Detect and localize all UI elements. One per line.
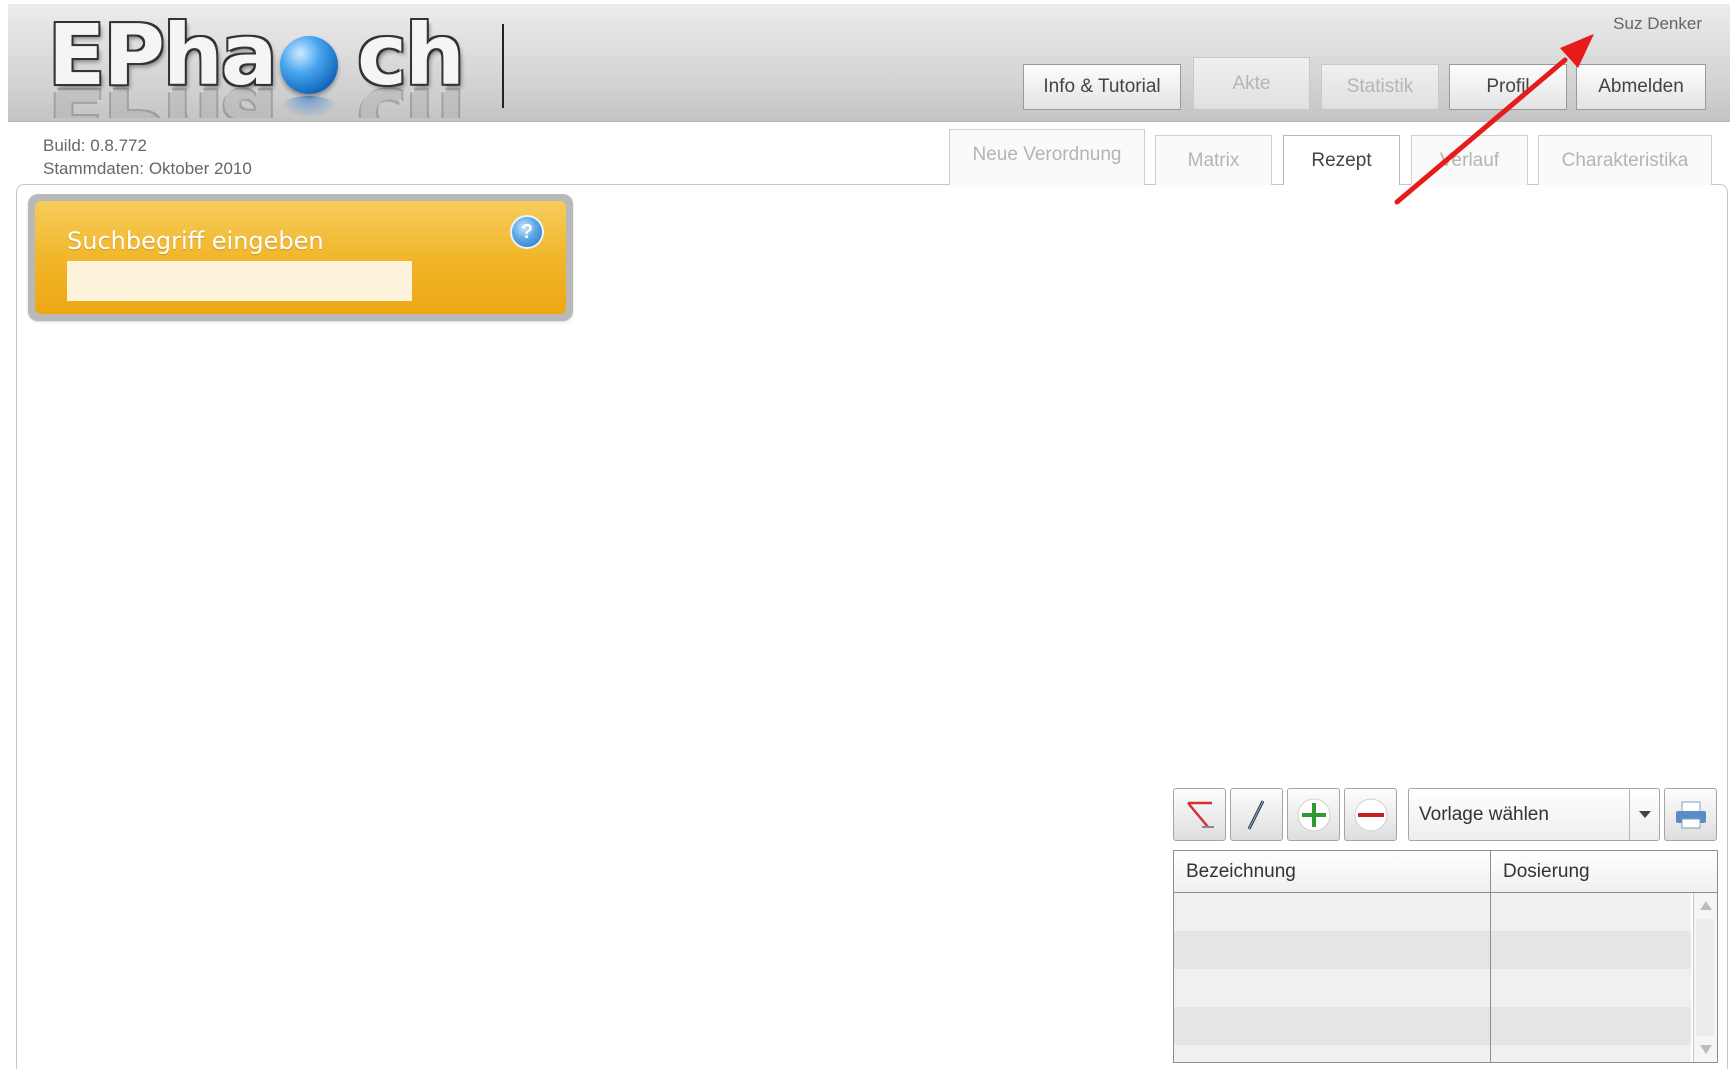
header-divider: [502, 24, 504, 108]
tab-matrix[interactable]: Matrix: [1155, 135, 1272, 185]
search-card: Suchbegriff eingeben ?: [28, 194, 573, 321]
table-row[interactable]: [1174, 893, 1691, 931]
edit-button[interactable]: [1230, 788, 1283, 841]
column-header-dosierung[interactable]: Dosierung: [1491, 851, 1717, 893]
edit-pencil-icon: [1247, 800, 1265, 830]
column-divider: [1490, 851, 1491, 1062]
logo-ball-icon: [280, 36, 338, 94]
table-row[interactable]: [1174, 1007, 1691, 1045]
app-header: EPha ch EPha ch Suz Denker Info & Tutori…: [8, 4, 1730, 122]
column-header-bezeichnung[interactable]: Bezeichnung: [1174, 851, 1491, 893]
clear-icon: [1187, 801, 1214, 828]
remove-button[interactable]: [1344, 788, 1397, 841]
build-version: Build: 0.8.772: [43, 136, 147, 155]
search-input[interactable]: [67, 261, 412, 301]
template-select-value: Vorlage wählen: [1419, 804, 1549, 825]
chevron-down-icon[interactable]: [1629, 789, 1659, 840]
help-question-icon[interactable]: ?: [510, 215, 544, 249]
scroll-track[interactable]: [1696, 919, 1714, 1036]
prescription-table: Bezeichnung Dosierung: [1173, 850, 1718, 1063]
print-button[interactable]: [1664, 788, 1717, 841]
scroll-up-icon[interactable]: [1700, 901, 1712, 910]
tab-rezept[interactable]: Rezept: [1283, 135, 1400, 185]
build-info: Build: 0.8.772 Stammdaten: Oktober 2010: [43, 134, 252, 180]
info-tutorial-button[interactable]: Info & Tutorial: [1023, 64, 1181, 110]
table-scrollbar[interactable]: [1693, 893, 1717, 1062]
user-name: Suz Denker: [1613, 14, 1702, 33]
statistik-button[interactable]: Statistik: [1321, 64, 1439, 110]
logo-wordmark: EPha ch: [48, 8, 465, 104]
scroll-down-icon[interactable]: [1700, 1045, 1712, 1054]
print-icon: [1676, 801, 1706, 829]
remove-minus-icon: [1354, 798, 1388, 832]
stammdaten-date: Stammdaten: Oktober 2010: [43, 159, 252, 178]
epha-logo[interactable]: EPha ch EPha ch: [38, 8, 478, 118]
profil-button[interactable]: Profil: [1449, 64, 1567, 110]
clear-button[interactable]: [1173, 788, 1226, 841]
abmelden-button[interactable]: Abmelden: [1576, 64, 1706, 110]
add-button[interactable]: [1287, 788, 1340, 841]
table-row[interactable]: [1174, 969, 1691, 1007]
logo-ball-reflection: [282, 96, 336, 116]
template-select[interactable]: Vorlage wählen: [1408, 788, 1660, 841]
akte-button[interactable]: Akte: [1193, 57, 1310, 110]
tab-charakteristika[interactable]: Charakteristika: [1538, 135, 1712, 185]
add-plus-icon: [1297, 798, 1331, 832]
table-row[interactable]: [1174, 931, 1691, 969]
search-panel: Suchbegriff eingeben ?: [35, 201, 566, 314]
tab-neue-verordnung[interactable]: Neue Verordnung: [949, 129, 1145, 185]
table-row[interactable]: [1174, 1045, 1691, 1062]
tab-verlauf[interactable]: Verlauf: [1411, 135, 1528, 185]
search-title: Suchbegriff eingeben: [67, 227, 324, 255]
